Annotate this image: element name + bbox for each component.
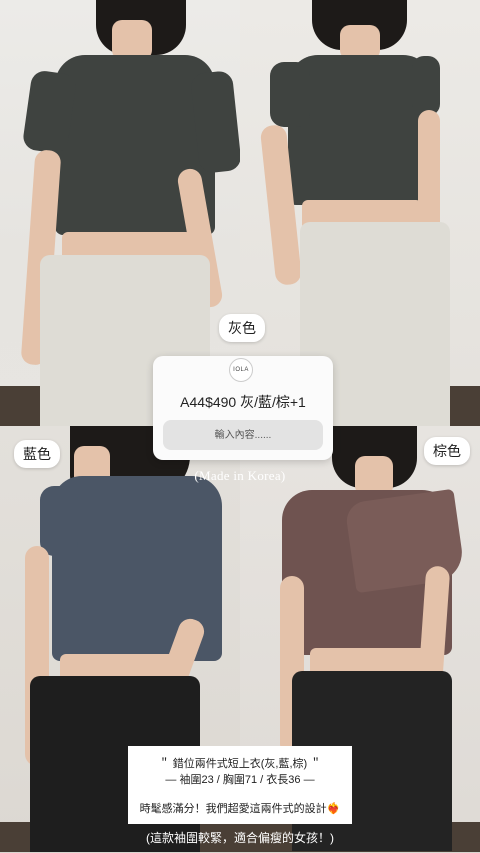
gray-sleeve-right	[412, 56, 440, 116]
caption-title: ＂ 錯位兩件式短上衣(灰,藍,棕) ＂	[158, 758, 322, 770]
tag-blue: 藍色	[14, 440, 60, 468]
caption-size: — 袖圍23 / 胸圍71 / 衣長36 —	[165, 774, 315, 786]
caption-desc: 時髦感滿分！我們超愛這兩件式的設計❤️‍🔥	[139, 803, 341, 815]
tag-gray: 灰色	[219, 314, 265, 342]
brand-logo: IOLA	[229, 358, 253, 382]
caption-note: (這款袖圍較緊，適合偏瘦的女孩！)	[146, 831, 334, 845]
blue-sleeve-left	[40, 486, 78, 556]
comment-input[interactable]	[163, 420, 323, 450]
made-in-label: (Made in Korea)	[194, 468, 286, 483]
product-info: A44$490 灰/藍/棕+1	[180, 394, 306, 410]
neck	[112, 20, 152, 60]
caption-box: ＂ 錯位兩件式短上衣(灰,藍,棕) ＂ — 袖圍23 / 胸圍71 / 衣長36…	[128, 746, 352, 824]
tag-brown: 棕色	[424, 437, 470, 465]
gray-sleeve-left	[270, 62, 310, 127]
